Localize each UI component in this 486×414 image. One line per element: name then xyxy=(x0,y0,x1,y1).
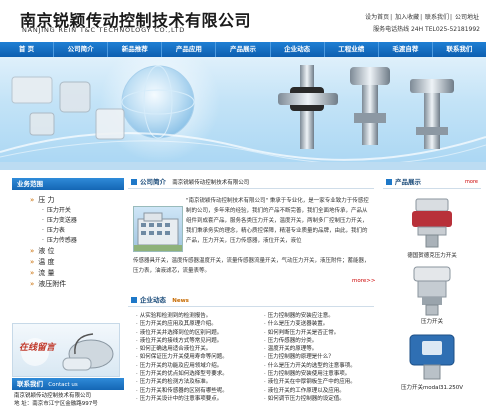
intro-text-tail: 传感器具开关，温度传感器温度开关，流量传感器流量开关，气动压力开关，液压附件；蓄… xyxy=(133,258,370,274)
news-item[interactable]: 从实验和检测到的检测报告。 xyxy=(136,312,228,320)
main-nav: 首 页 公司简介 新品推荐 产品应用 产品展示 企业动态 工程业绩 毛渡自荐 联… xyxy=(0,42,486,57)
news-item[interactable]: 压力开关和传感器的区别有哪些呢。 xyxy=(136,387,228,395)
news-title: 企业动态 xyxy=(140,296,166,304)
nav-contact[interactable]: 联系我们 xyxy=(433,42,486,57)
product-caption-3[interactable]: 压力开关modal31.250V xyxy=(383,383,481,393)
title-bullet-icon xyxy=(131,297,137,303)
nav-projects[interactable]: 工程业绩 xyxy=(325,42,379,57)
category-temperature[interactable]: 温 度 xyxy=(30,257,124,268)
banner-image xyxy=(0,57,486,170)
news-item[interactable]: 压力开关的检测方法及标准。 xyxy=(136,378,228,386)
intro-title-bar: 公司简介 南京锐颖传动控制技术有限公司 xyxy=(128,176,374,189)
banner-strip xyxy=(0,162,486,170)
news-item[interactable]: 压力控制器的安装应注意。 xyxy=(264,312,356,320)
news-item[interactable]: 液位开关并选择到位的区别问题。 xyxy=(136,329,228,337)
news-title-en: News xyxy=(172,298,189,304)
news-item[interactable]: 什么是压力开关的选型的注意事项。 xyxy=(264,362,356,370)
product-caption-2[interactable]: 压力开关 xyxy=(383,317,481,327)
category-level[interactable]: 液 位 xyxy=(30,246,124,257)
pressure-switch-graphic xyxy=(413,266,451,316)
category-flow[interactable]: 流 量 xyxy=(30,268,124,279)
contact-info: 南京锐颖传动控制技术有限公司 地 址：南京市江宁区金融路997号 xyxy=(14,392,98,408)
products-title-bar: 产品展示 more xyxy=(383,176,481,189)
news-item[interactable]: 如何判断压力开关是否正常。 xyxy=(264,329,356,337)
online-message-banner[interactable]: 在线留言 xyxy=(12,323,120,377)
title-bullet-icon xyxy=(386,179,392,185)
nav-about[interactable]: 公司简介 xyxy=(54,42,109,57)
nav-products[interactable]: 产品展示 xyxy=(216,42,271,57)
category-pressure-gauge[interactable]: 压力表 xyxy=(30,226,124,236)
news-title-bar: 企业动态 News xyxy=(128,294,374,307)
contact-title-cn: 联系我们 xyxy=(17,380,43,388)
news-item[interactable]: 如何正确选用适合液位开关。 xyxy=(136,345,228,353)
intro-title: 公司简介 xyxy=(140,178,166,186)
contact-company: 南京锐颖传动控制技术有限公司 xyxy=(14,393,92,399)
nav-home[interactable]: 首 页 xyxy=(0,42,55,57)
nav-news[interactable]: 企业动态 xyxy=(271,42,325,57)
news-item[interactable]: 液位开关的接线方式等常见问题。 xyxy=(136,337,228,345)
news-item[interactable]: 液位开关的工作原理以及应用。 xyxy=(264,387,356,395)
pressure-switch-graphic xyxy=(409,334,455,380)
address-link[interactable]: 公司地址 xyxy=(455,14,479,21)
news-item[interactable]: 如何保证压力开关使用寿命等问题。 xyxy=(136,353,228,361)
company-building-photo xyxy=(133,206,183,252)
category-pressure[interactable]: 压 力 xyxy=(30,195,124,206)
logo-subtitle: NANJING REIN T&C TECHNOLOGY CO.,LTD xyxy=(22,26,186,34)
news-item[interactable]: 压力开关的优点如何选择型号要求。 xyxy=(136,370,228,378)
news-item[interactable]: 压力开关的应用及其原理介绍。 xyxy=(136,320,228,328)
product-image-3[interactable] xyxy=(392,327,472,383)
category-pressure-transmitter[interactable]: 压力变送器 xyxy=(30,216,124,226)
contact-title-en: Contact us xyxy=(48,382,78,388)
news-item[interactable]: 什么是压力变送器装置。 xyxy=(264,320,356,328)
news-item[interactable]: 压力传感器的分类。 xyxy=(264,337,356,345)
add-favorite-link[interactable]: 加入收藏 xyxy=(395,14,419,21)
category-hydraulic-accessories[interactable]: 液压附件 xyxy=(30,279,124,290)
business-scope-title: 业务范围 xyxy=(12,178,124,190)
banner-graphic xyxy=(0,57,486,165)
nav-applications[interactable]: 产品应用 xyxy=(162,42,217,57)
pressure-switch-graphic xyxy=(412,198,452,248)
news-item[interactable]: 压力控制器的安装使用注意事项。 xyxy=(264,370,356,378)
contact-link[interactable]: 联系我们 xyxy=(425,14,449,21)
news-item[interactable]: 压力开关设计中的注意事项要点。 xyxy=(136,395,228,403)
category-pressure-sensor[interactable]: 压力传感器 xyxy=(30,236,124,246)
news-item[interactable]: 压力控制器的原理是什么？ xyxy=(264,353,356,361)
intro-text: "南京锐颖传动控制技术有限公司" 秉承于专业化，是一家专业致力于传感控制的公司，… xyxy=(186,198,369,244)
set-homepage-link[interactable]: 设为首页 xyxy=(365,14,389,21)
hotline: 服务电话热线 24H TEL025-52181992 xyxy=(373,26,480,33)
contact-address: 地 址：南京市江宁区金融路997号 xyxy=(14,401,98,407)
contact-title: 联系我们 Contact us xyxy=(12,378,124,390)
category-list: 压 力 压力开关 压力变送器 压力表 压力传感器 液 位 温 度 流 量 液压附… xyxy=(12,190,124,290)
product-image-1[interactable] xyxy=(392,195,472,251)
top-links: 设为首页| 加入收藏| 联系我们| 公司地址 xyxy=(365,14,479,21)
news-list-left: 从实验和检测到的检测报告。 压力开关的应用及其原理介绍。 液位开关并选择到位的区… xyxy=(136,312,228,403)
online-message-label: 在线留言 xyxy=(19,343,56,353)
intro-more-link[interactable]: more>> xyxy=(352,278,375,284)
news-item[interactable]: 液位开关在中厚钢板生产中的应用。 xyxy=(264,378,356,386)
header: 南京锐颖传动控制技术有限公司 NANJING REIN T&C TECHNOLO… xyxy=(0,0,486,42)
products-section: 产品展示 more 德国贺德克压力开关 压力开关 压力开关modal31.250… xyxy=(383,176,481,414)
products-more-link[interactable]: more xyxy=(465,176,478,188)
nav-recommend[interactable]: 毛渡自荐 xyxy=(379,42,433,57)
products-title: 产品展示 xyxy=(395,178,421,186)
news-item[interactable]: 如何调节压力控制器的设定值。 xyxy=(264,395,356,403)
category-pressure-switch[interactable]: 压力开关 xyxy=(30,206,124,216)
intro-subtitle: 南京锐颖传动控制技术有限公司 xyxy=(172,180,250,186)
building-graphic xyxy=(134,212,182,251)
news-item[interactable]: 压力开关的功能及应用领域介绍。 xyxy=(136,362,228,370)
news-item[interactable]: 温度开关的原理等。 xyxy=(264,345,356,353)
title-bullet-icon xyxy=(131,179,137,185)
nav-new-products[interactable]: 新品推荐 xyxy=(108,42,163,57)
product-caption-1[interactable]: 德国贺德克压力开关 xyxy=(383,251,481,261)
product-image-2[interactable] xyxy=(392,261,472,317)
news-list-right: 压力控制器的安装应注意。 什么是压力变送器装置。 如何判断压力开关是否正常。 压… xyxy=(264,312,356,403)
